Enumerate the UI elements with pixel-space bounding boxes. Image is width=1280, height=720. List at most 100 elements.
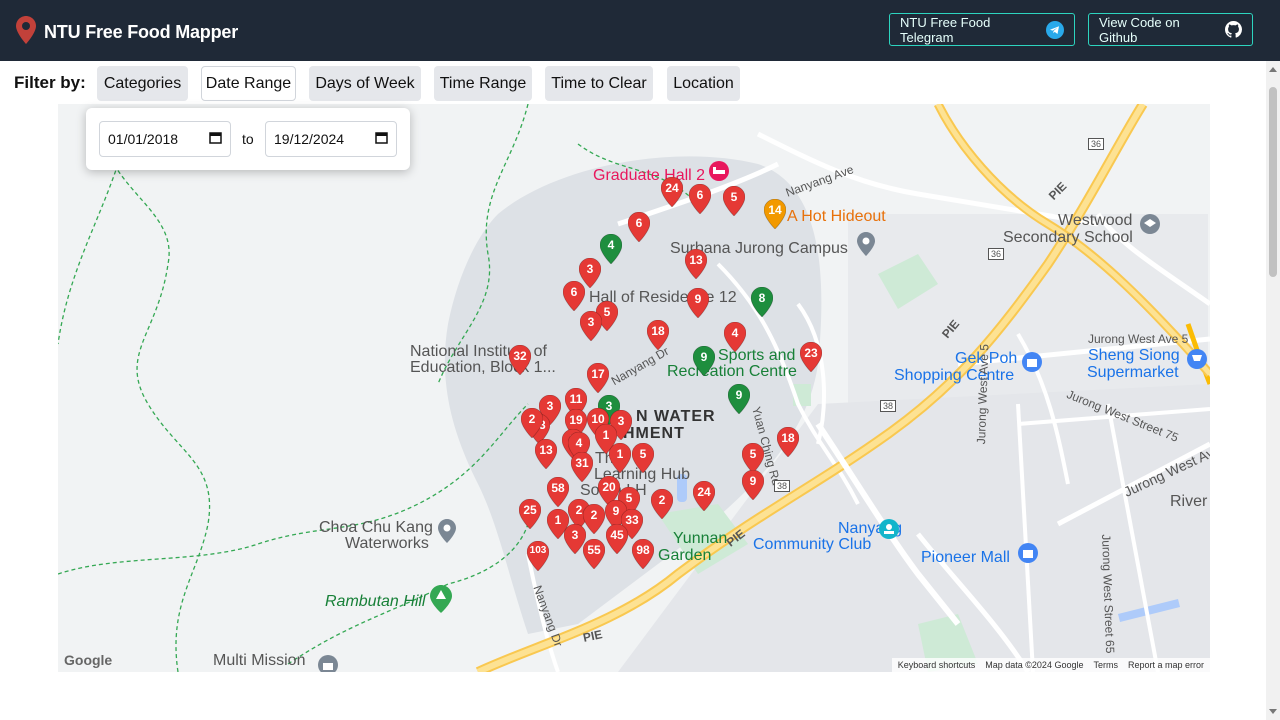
food-marker[interactable]: 13 — [685, 249, 707, 279]
date-from-input[interactable]: 01/01/2018 — [99, 121, 231, 157]
place-choa-chu-kang-line2: Waterworks — [345, 535, 429, 552]
road-shield-36b: 36 — [988, 248, 1005, 260]
place-catchment-line1: N WATER — [636, 408, 716, 425]
road-shield-38b: 38 — [774, 480, 791, 492]
shopping-icon — [1021, 351, 1043, 378]
map-pin-logo-icon — [16, 16, 36, 49]
marker-count: 20 — [602, 480, 616, 494]
place-pin-icon — [438, 519, 456, 548]
place-sheng-siong-line1[interactable]: Sheng Siong — [1088, 347, 1180, 365]
food-marker[interactable]: 18 — [777, 427, 799, 457]
marker-count: 23 — [804, 346, 818, 360]
marker-count: 5 — [639, 447, 647, 461]
food-marker[interactable]: 17 — [587, 363, 609, 393]
food-marker[interactable]: 24 — [693, 481, 715, 511]
food-marker[interactable]: 9 — [687, 288, 709, 318]
food-marker[interactable]: 14 — [764, 199, 786, 229]
food-marker[interactable]: 5 — [632, 443, 654, 473]
food-marker[interactable]: 8 — [751, 287, 773, 317]
food-marker[interactable]: 23 — [800, 342, 822, 372]
date-to-input[interactable]: 19/12/2024 — [265, 121, 397, 157]
place-rambutan-hill[interactable]: Rambutan Hill — [325, 593, 425, 611]
scroll-up-arrow-icon[interactable] — [1269, 67, 1277, 72]
scrollbar-thumb[interactable] — [1269, 87, 1277, 277]
marker-count: 103 — [529, 545, 547, 556]
food-marker[interactable]: 45 — [606, 524, 628, 554]
marker-count: 32 — [513, 349, 527, 363]
marker-count: 4 — [575, 436, 583, 450]
filter-chip-date-range[interactable]: Date Range — [201, 66, 296, 101]
place-pin-icon — [857, 232, 875, 261]
marker-count: 6 — [570, 285, 578, 299]
food-marker[interactable]: 6 — [689, 184, 711, 214]
food-marker[interactable]: 1 — [609, 443, 631, 473]
marker-count: 4 — [607, 238, 615, 252]
food-marker[interactable]: 13 — [535, 439, 557, 469]
food-marker[interactable]: 32 — [509, 345, 531, 375]
place-yunnan-garden-line1[interactable]: Yunnan — [673, 530, 727, 548]
marker-count: 3 — [586, 262, 594, 276]
marker-count: 13 — [689, 253, 703, 267]
marker-count: 45 — [610, 528, 624, 542]
github-button[interactable]: View Code on Github — [1088, 13, 1253, 46]
telegram-button[interactable]: NTU Free Food Telegram — [889, 13, 1075, 46]
place-gek-poh-line2: Shopping Centre — [894, 367, 1015, 384]
calendar-icon[interactable] — [209, 131, 222, 147]
calendar-icon[interactable] — [375, 131, 388, 147]
place-multi-mission[interactable]: Multi Mission — [213, 652, 305, 670]
marker-count: 11 — [569, 392, 583, 406]
food-marker[interactable]: 58 — [547, 477, 569, 507]
page-scrollbar[interactable] — [1266, 61, 1280, 720]
place-graduate-hall-2[interactable]: Graduate Hall 2 — [593, 167, 705, 185]
food-marker[interactable]: 6 — [628, 212, 650, 242]
filter-chip-time-range[interactable]: Time Range — [434, 66, 532, 101]
food-marker[interactable]: 2 — [521, 408, 543, 438]
marker-count: 6 — [635, 216, 643, 230]
keyboard-shortcuts-link[interactable]: Keyboard shortcuts — [898, 660, 976, 670]
food-marker[interactable]: 2 — [651, 489, 673, 519]
food-marker[interactable]: 55 — [583, 539, 605, 569]
place-sheng-siong-line2: Supermarket — [1087, 364, 1179, 381]
place-a-hot-hideout[interactable]: A Hot Hideout — [787, 208, 886, 226]
report-error-link[interactable]: Report a map error — [1128, 660, 1204, 670]
scroll-down-arrow-icon[interactable] — [1269, 709, 1277, 714]
food-marker[interactable]: 5 — [723, 186, 745, 216]
food-marker[interactable]: 3 — [580, 311, 602, 341]
marker-count: 2 — [590, 508, 598, 522]
food-marker[interactable]: 9 — [742, 470, 764, 500]
food-marker[interactable]: 9 — [728, 384, 750, 414]
filter-chip-location[interactable]: Location — [667, 66, 740, 101]
food-marker[interactable]: 4 — [724, 322, 746, 352]
terms-link[interactable]: Terms — [1093, 660, 1118, 670]
marker-count: 24 — [665, 181, 679, 195]
food-marker[interactable]: 98 — [632, 539, 654, 569]
brand[interactable]: NTU Free Food Mapper — [16, 16, 238, 49]
food-marker[interactable]: 4 — [600, 234, 622, 264]
marker-count: 2 — [658, 493, 666, 507]
food-marker[interactable]: 31 — [571, 452, 593, 482]
marker-count: 58 — [551, 481, 565, 495]
food-marker[interactable]: 18 — [647, 320, 669, 350]
place-pioneer-mall[interactable]: Pioneer Mall — [921, 549, 1010, 567]
cart-icon — [1186, 348, 1208, 375]
place-westwood-line1[interactable]: Westwood — [1058, 212, 1132, 230]
food-marker[interactable]: 5 — [742, 443, 764, 473]
filter-chip-categories[interactable]: Categories — [97, 66, 188, 101]
food-marker[interactable]: 9 — [693, 346, 715, 376]
place-yunnan-garden-line2: Garden — [658, 547, 712, 564]
food-marker[interactable]: 25 — [519, 499, 541, 529]
food-marker[interactable]: 2 — [583, 504, 605, 534]
place-nanyang-cc-line2: Community Club — [753, 536, 872, 553]
filter-chip-time-to-clear[interactable]: Time to Clear — [545, 66, 653, 101]
marker-count: 18 — [781, 431, 795, 445]
school-icon — [1139, 213, 1161, 240]
food-marker[interactable]: 103 — [527, 541, 549, 571]
food-marker[interactable]: 6 — [563, 281, 585, 311]
filter-chip-days-of-week[interactable]: Days of Week — [309, 66, 421, 101]
hotel-icon — [708, 160, 730, 187]
map-view[interactable]: Graduate Hall 2 A Hot Hideout Surbana Ju… — [58, 104, 1210, 672]
marker-count: 9 — [735, 388, 743, 402]
map-base-layer — [58, 104, 1210, 672]
food-marker[interactable]: 24 — [661, 177, 683, 207]
map-data-text: Map data ©2024 Google — [985, 660, 1084, 670]
